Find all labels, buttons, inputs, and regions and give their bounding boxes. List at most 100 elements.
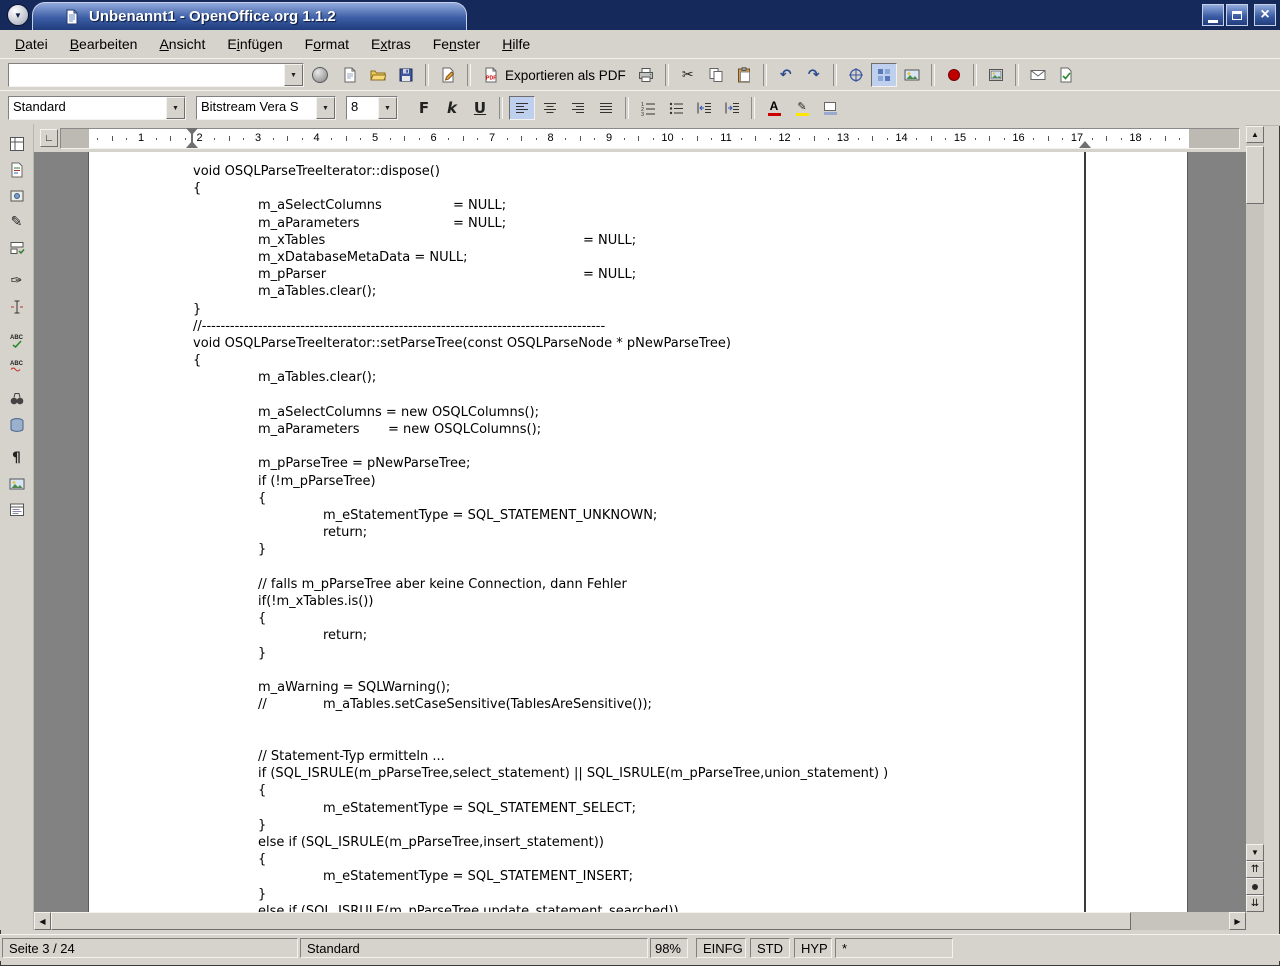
scroll-up-button[interactable]: ▲ <box>1246 126 1264 143</box>
menu-format[interactable]: Format <box>294 32 360 56</box>
stop-loading-button[interactable] <box>312 67 328 83</box>
status-page[interactable]: Seite 3 / 24 <box>2 938 298 958</box>
copy-button[interactable] <box>703 63 729 87</box>
new-document-button[interactable] <box>337 63 363 87</box>
graphics-onoff-button[interactable] <box>4 472 30 496</box>
menu-hilfe[interactable]: Hilfe <box>491 32 541 56</box>
save-button[interactable] <box>393 63 419 87</box>
double-down-icon: ⇊ <box>1251 899 1259 909</box>
document-text[interactable]: void OSQLParseTreeIterator::dispose() { … <box>193 163 888 912</box>
export-pdf-label: Exportieren als PDF <box>505 68 626 83</box>
print-icon <box>637 66 655 84</box>
bullets-button[interactable] <box>663 96 689 120</box>
highlighting-button[interactable]: ✎ <box>789 96 815 120</box>
ruler-indent-marker-left[interactable] <box>186 128 199 148</box>
horizontal-scroll-track[interactable] <box>1131 912 1229 930</box>
gallery-button[interactable] <box>899 63 925 87</box>
spellcheck-button[interactable]: ABC <box>4 328 30 352</box>
ruler-row: ∟ 123456789101112131415161718 <box>34 124 1246 152</box>
ruler-tick <box>799 138 800 140</box>
menu-einfgen[interactable]: Einfügen <box>216 32 293 56</box>
status-selection-mode[interactable]: STD <box>750 938 790 958</box>
vertical-scrollbar[interactable]: ▲ ▼ ⇈ ⇊ <box>1246 126 1264 912</box>
toolbar-separator <box>973 64 977 86</box>
font-size-dropdown-button[interactable]: ▼ <box>378 97 397 119</box>
paste-button[interactable] <box>731 63 757 87</box>
direct-cursor-button[interactable] <box>4 295 30 319</box>
italic-button[interactable]: k <box>439 96 465 120</box>
insert-object-button[interactable] <box>4 184 30 208</box>
redo-button[interactable]: ↷ <box>801 63 827 87</box>
align-right-button[interactable] <box>565 96 591 120</box>
scroll-right-button[interactable]: ▶ <box>1229 912 1246 930</box>
maximize-button[interactable] <box>1226 4 1248 26</box>
align-left-button[interactable] <box>509 96 535 120</box>
edit-file-button[interactable] <box>435 63 461 87</box>
autotext-button[interactable]: ✑ <box>4 269 30 293</box>
auto-spellcheck-button[interactable]: ABC <box>4 354 30 378</box>
font-name-value[interactable]: Bitstream Vera S <box>197 97 316 119</box>
font-color-button[interactable]: A <box>761 96 787 120</box>
vertical-scroll-thumb[interactable] <box>1246 146 1264 204</box>
paragraph-background-button[interactable] <box>817 96 843 120</box>
menu-ansicht[interactable]: Ansicht <box>148 32 216 56</box>
ruler[interactable]: 123456789101112131415161718 <box>60 128 1240 149</box>
scroll-down-button[interactable]: ▼ <box>1246 844 1264 861</box>
navigator-button[interactable] <box>843 63 869 87</box>
align-center-button[interactable] <box>537 96 563 120</box>
mail-document-button[interactable] <box>1025 63 1051 87</box>
ruler-tick <box>463 136 464 141</box>
record-macro-button[interactable] <box>941 63 967 87</box>
nonprinting-characters-button[interactable]: ¶ <box>4 446 30 470</box>
undo-button[interactable]: ↶ <box>773 63 799 87</box>
ruler-indent-marker-right[interactable] <box>1079 128 1092 148</box>
font-dropdown-button[interactable]: ▼ <box>316 97 335 119</box>
cut-button[interactable]: ✂ <box>675 63 701 87</box>
menu-extras[interactable]: Extras <box>360 32 422 56</box>
url-dropdown-button[interactable]: ▼ <box>284 64 303 86</box>
tab-stop-type-button[interactable]: ∟ <box>40 129 58 147</box>
increase-indent-button[interactable] <box>719 96 745 120</box>
print-button[interactable] <box>633 63 659 87</box>
minimize-button[interactable] <box>1202 4 1224 26</box>
find-replace-button[interactable] <box>4 387 30 411</box>
check-document-button[interactable] <box>1053 63 1079 87</box>
horizontal-scrollbar[interactable]: ◀ ▶ <box>34 912 1246 930</box>
menu-datei[interactable]: Datei <box>4 32 59 56</box>
data-sources-button[interactable] <box>4 413 30 437</box>
underline-button[interactable]: U <box>467 96 493 120</box>
next-page-button[interactable]: ⇊ <box>1246 895 1264 912</box>
url-input[interactable] <box>9 64 284 86</box>
open-button[interactable] <box>365 63 391 87</box>
decrease-indent-button[interactable] <box>691 96 717 120</box>
menu-fenster[interactable]: Fenster <box>422 32 491 56</box>
form-functions-button[interactable] <box>4 236 30 260</box>
status-hyperlink-mode[interactable]: HYP <box>794 938 832 958</box>
stylist-button[interactable] <box>871 63 897 87</box>
insert-button[interactable] <box>4 132 30 156</box>
status-style[interactable]: Standard <box>300 938 648 958</box>
navigation-button[interactable] <box>1246 878 1264 895</box>
bold-button[interactable]: F <box>411 96 437 120</box>
previous-page-button[interactable]: ⇈ <box>1246 861 1264 878</box>
menu-bearbeiten[interactable]: Bearbeiten <box>59 32 149 56</box>
style-dropdown-button[interactable]: ▼ <box>166 97 185 119</box>
scroll-left-button[interactable]: ◀ <box>34 912 51 930</box>
paragraph-style-value[interactable]: Standard <box>9 97 166 119</box>
insert-graphics-button[interactable] <box>983 63 1009 87</box>
status-hyperlink-mode-label: HYP <box>801 941 828 956</box>
status-insert-mode[interactable]: EINFG <box>696 938 746 958</box>
close-button[interactable]: × <box>1254 4 1276 26</box>
online-layout-button[interactable] <box>4 498 30 522</box>
status-zoom[interactable]: 98% <box>650 938 688 958</box>
align-justify-button[interactable] <box>593 96 619 120</box>
numbering-button[interactable]: 123 <box>635 96 661 120</box>
horizontal-scroll-thumb[interactable] <box>51 912 1131 930</box>
window-menu-button[interactable]: ▼ <box>7 4 29 26</box>
insert-fields-button[interactable] <box>4 158 30 182</box>
toolbar-separator <box>665 64 669 86</box>
ruler-tick-label: 5 <box>372 132 378 144</box>
export-pdf-button[interactable]: PDFExportieren als PDF <box>477 63 631 87</box>
font-size-value[interactable]: 8 <box>347 97 378 119</box>
draw-functions-button[interactable]: ✎ <box>4 210 30 234</box>
